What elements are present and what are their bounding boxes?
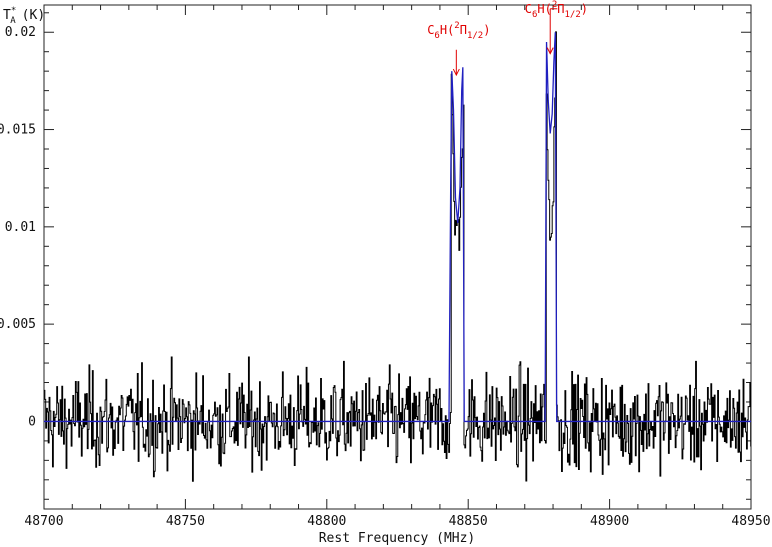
y-tick-label: 0.01 bbox=[5, 220, 36, 235]
y-tick-label: 0.005 bbox=[0, 317, 36, 332]
y-tick-label: 0 bbox=[28, 414, 36, 429]
x-tick-label: 48850 bbox=[449, 514, 488, 529]
annotation-text: C6H(2Π1/2) bbox=[427, 21, 490, 41]
x-tick-label: 48900 bbox=[590, 514, 629, 529]
spectrum-data-line bbox=[44, 31, 751, 482]
tick-labels: 48700 48750 48800 48850 48900 48950 0 0.005 0.01… bbox=[0, 25, 771, 529]
series-group bbox=[44, 31, 751, 482]
spectrum-chart: 48700 48750 48800 48850 48900 48950 0 0.005 0.01… bbox=[0, 0, 771, 546]
x-tick-label: 48950 bbox=[731, 514, 770, 529]
annotations: C6H(2Π1/2) C6H(2Π1/2) bbox=[427, 0, 588, 77]
y-axis-title-sub: A bbox=[10, 16, 16, 26]
annotation-label: C6H(2Π1/2) bbox=[427, 21, 490, 77]
y-tick-label: 0.015 bbox=[0, 123, 36, 138]
y-tick-label: 0.02 bbox=[5, 25, 36, 40]
x-tick-label: 48700 bbox=[24, 514, 63, 529]
fit-model-line bbox=[44, 32, 751, 423]
x-axis-title: Rest Frequency (MHz) bbox=[319, 531, 476, 546]
annotation-text: C6H(2Π1/2) bbox=[525, 0, 588, 20]
x-tick-label: 48750 bbox=[166, 514, 205, 529]
x-tick-label: 48800 bbox=[307, 514, 346, 529]
y-axis-title-sup: * bbox=[11, 6, 16, 16]
y-axis-title: T* A (K) bbox=[3, 6, 45, 26]
y-axis-title-unit: (K) bbox=[22, 8, 45, 23]
